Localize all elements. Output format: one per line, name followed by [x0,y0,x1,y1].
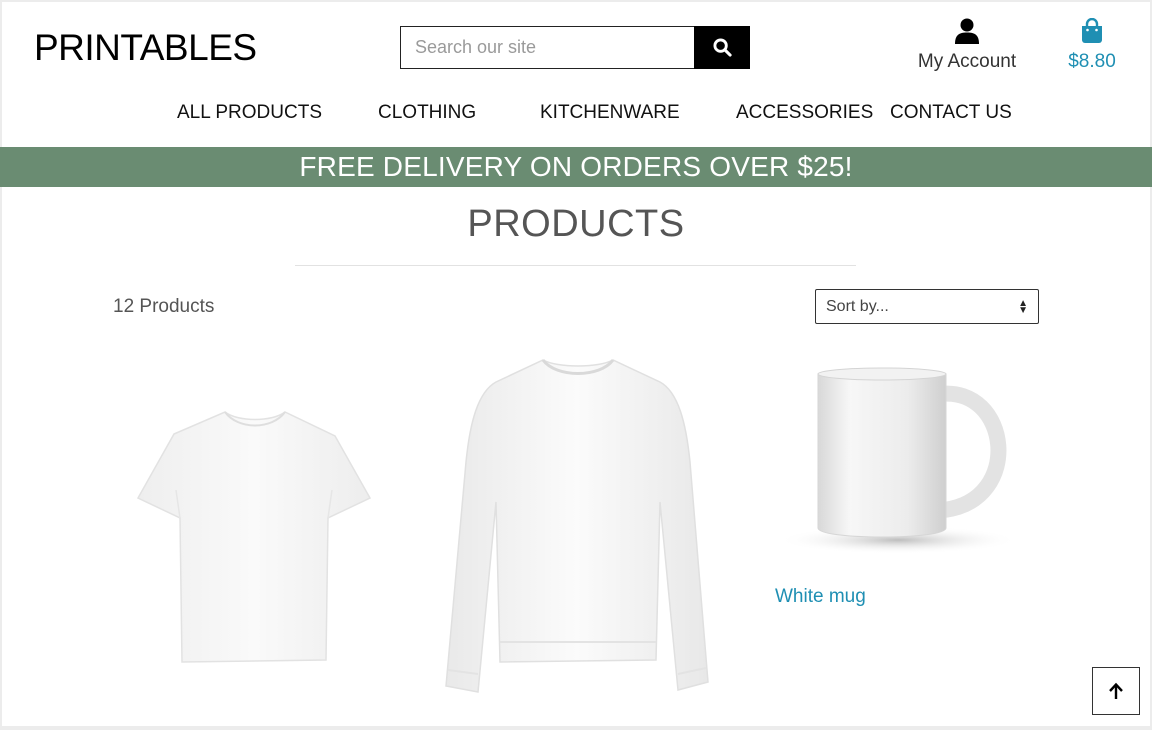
back-to-top-button[interactable] [1092,667,1140,715]
nav-item-clothing[interactable]: CLOTHING [378,102,476,124]
page-title: PRODUCTS [467,203,685,245]
delivery-banner: FREE DELIVERY ON ORDERS OVER $25! [0,147,1152,187]
sort-arrows-icon: ▲ ▼ [1018,297,1028,316]
sort-select-value: Sort by... [826,297,889,315]
my-account-link[interactable]: My Account [905,18,1029,73]
product-image-sweatshirt[interactable] [438,352,718,702]
product-count: 12 Products [113,296,215,317]
shopping-bag-icon [1082,17,1102,43]
product-image-tshirt[interactable] [130,400,380,670]
user-icon [955,18,979,44]
product-image-mug[interactable] [778,360,1038,560]
cart-total: $8.80 [1068,51,1116,72]
search-icon [713,38,732,57]
cart-link[interactable]: $8.80 [1058,17,1126,73]
nav-item-contact-us[interactable]: CONTACT US [890,102,1012,124]
nav-item-accessories[interactable]: ACCESSORIES [736,102,873,124]
product-name-link[interactable]: White mug [775,586,866,608]
title-divider [295,265,856,266]
my-account-label: My Account [917,51,1017,72]
search-input[interactable] [400,26,695,69]
sort-select[interactable]: Sort by... ▲ ▼ [815,289,1039,324]
arrow-up-icon [1109,682,1123,699]
main-nav: ALL PRODUCTS CLOTHING KITCHENWARE ACCESS… [0,102,1152,130]
search-form [400,26,750,69]
nav-item-all-products[interactable]: ALL PRODUCTS [177,102,322,124]
search-button[interactable] [694,26,750,69]
site-logo[interactable]: PRINTABLES [34,27,257,69]
nav-item-kitchenware[interactable]: KITCHENWARE [540,102,680,124]
